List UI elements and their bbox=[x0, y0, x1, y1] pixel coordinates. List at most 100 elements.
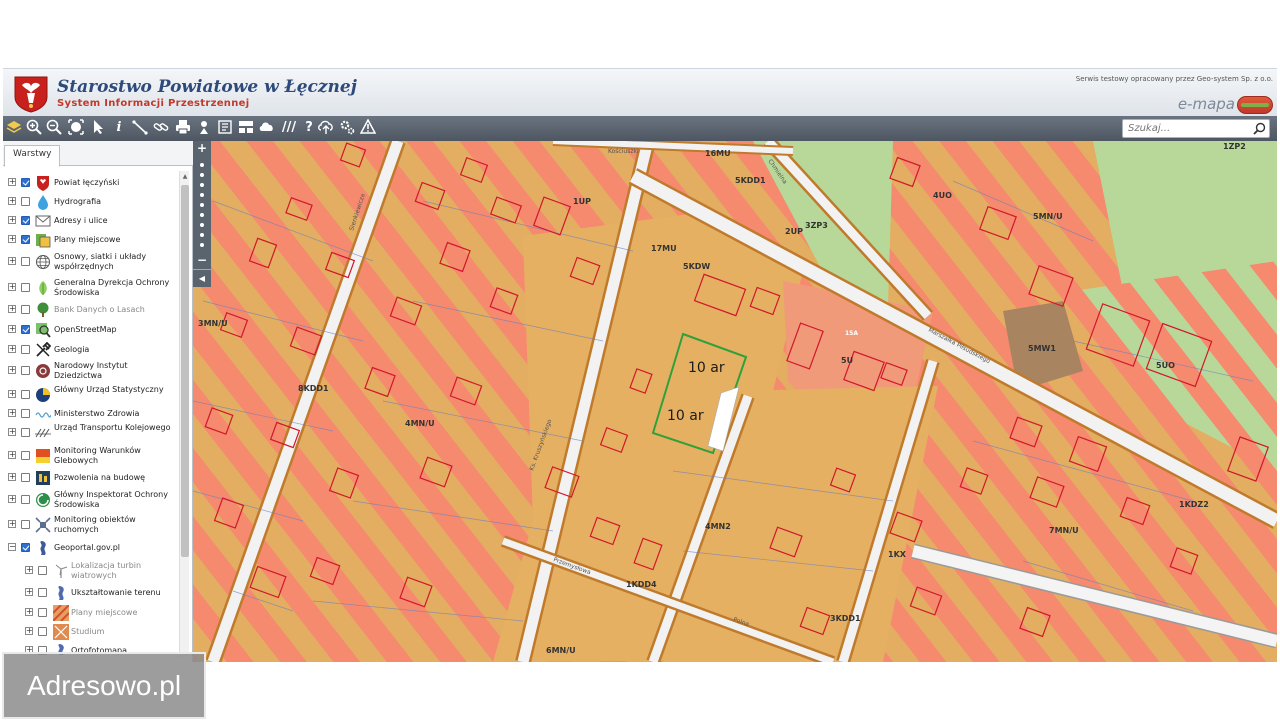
layer-checkbox[interactable] bbox=[21, 325, 30, 334]
expand-toggle-icon[interactable]: + bbox=[8, 325, 16, 333]
zoom-level-dot[interactable] bbox=[200, 163, 204, 167]
layer-row[interactable]: + Ukształtowanie terenu bbox=[3, 583, 179, 603]
layer-row[interactable]: + Główny Urząd Statystyczny bbox=[3, 385, 179, 405]
layer-checkbox[interactable] bbox=[21, 345, 30, 354]
layer-row[interactable]: + Monitoring obiektów ruchomych bbox=[3, 515, 179, 535]
zoom-level-dot[interactable] bbox=[200, 203, 204, 207]
zoom-out-button[interactable]: − bbox=[193, 253, 211, 267]
layer-checkbox[interactable] bbox=[21, 235, 30, 244]
layers-icon[interactable] bbox=[5, 119, 23, 137]
layer-row[interactable]: + Plany miejscowe bbox=[3, 603, 179, 623]
search-input[interactable] bbox=[1123, 120, 1249, 137]
expand-toggle-icon[interactable]: + bbox=[8, 520, 16, 528]
zoom-in-button[interactable]: + bbox=[193, 141, 211, 155]
layer-row[interactable]: + Hydrografia bbox=[3, 192, 179, 212]
layer-checkbox[interactable] bbox=[21, 451, 30, 460]
layer-row[interactable]: + Adresy i ulice bbox=[3, 211, 179, 231]
zoom-level-dot[interactable] bbox=[200, 243, 204, 247]
zoom-level-dot[interactable] bbox=[200, 223, 204, 227]
expand-toggle-icon[interactable]: + bbox=[8, 216, 16, 224]
layer-checkbox[interactable] bbox=[21, 428, 30, 437]
zoom-level-dot[interactable] bbox=[200, 173, 204, 177]
upload-icon[interactable] bbox=[317, 119, 335, 137]
map-drawing[interactable]: 1ZP2 16MU 5KDD1 1UP 4UO 5MN/U 3ZP32UP 17MU 5KDW 3… bbox=[193, 141, 1277, 662]
layer-checkbox[interactable] bbox=[21, 366, 30, 375]
layer-checkbox[interactable] bbox=[21, 495, 30, 504]
expand-toggle-icon[interactable]: + bbox=[8, 283, 16, 291]
layout-icon[interactable] bbox=[237, 119, 255, 137]
zoom-level-dot[interactable] bbox=[200, 193, 204, 197]
layer-row[interactable]: − Geoportal.gov.pl bbox=[3, 538, 179, 558]
layer-checkbox[interactable] bbox=[21, 283, 30, 292]
expand-toggle-icon[interactable]: + bbox=[8, 257, 16, 265]
cloud-icon[interactable] bbox=[258, 119, 276, 137]
link-icon[interactable] bbox=[152, 119, 170, 137]
scroll-up-icon[interactable]: ▲ bbox=[181, 173, 189, 181]
settings-icon[interactable] bbox=[338, 119, 356, 137]
layer-row[interactable]: + Plany miejscowe bbox=[3, 230, 179, 250]
expand-toggle-icon[interactable]: + bbox=[8, 366, 16, 374]
expand-toggle-icon[interactable]: + bbox=[8, 409, 16, 417]
expand-toggle-icon[interactable]: + bbox=[8, 495, 16, 503]
layer-row[interactable]: + Urząd Transportu Kolejowego bbox=[3, 423, 179, 443]
expand-toggle-icon[interactable]: + bbox=[25, 608, 33, 616]
layer-checkbox[interactable] bbox=[38, 608, 47, 617]
layer-checkbox[interactable] bbox=[21, 409, 30, 418]
layer-row[interactable]: + Geologia bbox=[3, 340, 179, 360]
export-icon[interactable] bbox=[216, 119, 234, 137]
warning-icon[interactable] bbox=[359, 118, 377, 137]
collapse-panel-button[interactable]: ◀ bbox=[193, 270, 211, 287]
layer-row[interactable]: + Osnowy, siatki i układy współrzędnych bbox=[3, 252, 179, 272]
layer-row[interactable]: + Główny Inspektorat Ochrony Środowiska bbox=[3, 490, 179, 510]
zoom-extent-icon[interactable] bbox=[67, 119, 85, 137]
layer-checkbox[interactable] bbox=[21, 216, 30, 225]
map-canvas[interactable]: 1ZP2 16MU 5KDD1 1UP 4UO 5MN/U 3ZP3 2UP 17MU 5KDW 3… bbox=[193, 141, 1277, 662]
layer-row[interactable]: + Pozwolenia na budowę bbox=[3, 468, 179, 488]
tab-layers[interactable]: Warstwy bbox=[4, 145, 61, 167]
layer-checkbox[interactable] bbox=[21, 543, 30, 552]
layer-checkbox[interactable] bbox=[21, 178, 30, 187]
layer-checkbox[interactable] bbox=[21, 197, 30, 206]
layer-row[interactable]: + Ministerstwo Zdrowia bbox=[3, 404, 179, 424]
layer-checkbox[interactable] bbox=[21, 257, 30, 266]
search-icon[interactable] bbox=[1253, 122, 1266, 135]
zoom-in-icon[interactable] bbox=[25, 119, 43, 137]
print-icon[interactable] bbox=[174, 119, 192, 137]
expand-toggle-icon[interactable]: + bbox=[8, 178, 16, 186]
layer-row[interactable]: + Generalna Dyrekcja Ochrony Środowiska bbox=[3, 278, 179, 298]
select-arrow-icon[interactable] bbox=[89, 119, 107, 137]
layer-row[interactable]: + Bank Danych o Lasach bbox=[3, 300, 179, 320]
expand-toggle-icon[interactable]: + bbox=[25, 588, 33, 596]
layer-row[interactable]: + Narodowy Instytut Dziedzictwa bbox=[3, 361, 179, 381]
zoom-out-icon[interactable] bbox=[45, 119, 63, 137]
hatch-icon[interactable]: /// bbox=[280, 119, 298, 137]
zoom-level-dot[interactable] bbox=[200, 233, 204, 237]
layer-checkbox[interactable] bbox=[21, 473, 30, 482]
scroll-thumb[interactable] bbox=[181, 185, 189, 557]
layer-checkbox[interactable] bbox=[21, 390, 30, 399]
help-icon[interactable]: ? bbox=[300, 119, 318, 137]
expand-toggle-icon[interactable]: + bbox=[8, 428, 16, 436]
layer-row[interactable]: + Studium bbox=[3, 622, 179, 642]
zoom-level-dot[interactable] bbox=[200, 213, 204, 217]
expand-toggle-icon[interactable]: + bbox=[25, 566, 33, 574]
expand-toggle-icon[interactable]: + bbox=[8, 451, 16, 459]
layer-checkbox[interactable] bbox=[21, 305, 30, 314]
expand-toggle-icon[interactable]: − bbox=[8, 543, 16, 551]
expand-toggle-icon[interactable]: + bbox=[25, 627, 33, 635]
expand-toggle-icon[interactable]: + bbox=[8, 197, 16, 205]
layer-row[interactable]: + Powiat łęczyński bbox=[3, 173, 179, 193]
layer-row[interactable]: + Lokalizacja turbin wiatrowych bbox=[3, 561, 179, 581]
measure-line-icon[interactable] bbox=[131, 119, 149, 137]
layer-checkbox[interactable] bbox=[38, 566, 47, 575]
zoom-level-dot[interactable] bbox=[200, 183, 204, 187]
expand-toggle-icon[interactable]: + bbox=[8, 390, 16, 398]
expand-toggle-icon[interactable]: + bbox=[8, 235, 16, 243]
layer-checkbox[interactable] bbox=[38, 627, 47, 636]
layer-checkbox[interactable] bbox=[21, 520, 30, 529]
layer-checkbox[interactable] bbox=[38, 588, 47, 597]
expand-toggle-icon[interactable]: + bbox=[8, 473, 16, 481]
expand-toggle-icon[interactable]: + bbox=[8, 345, 16, 353]
locate-icon[interactable] bbox=[195, 119, 213, 137]
layer-list-scrollbar[interactable]: ▲ bbox=[179, 171, 189, 657]
